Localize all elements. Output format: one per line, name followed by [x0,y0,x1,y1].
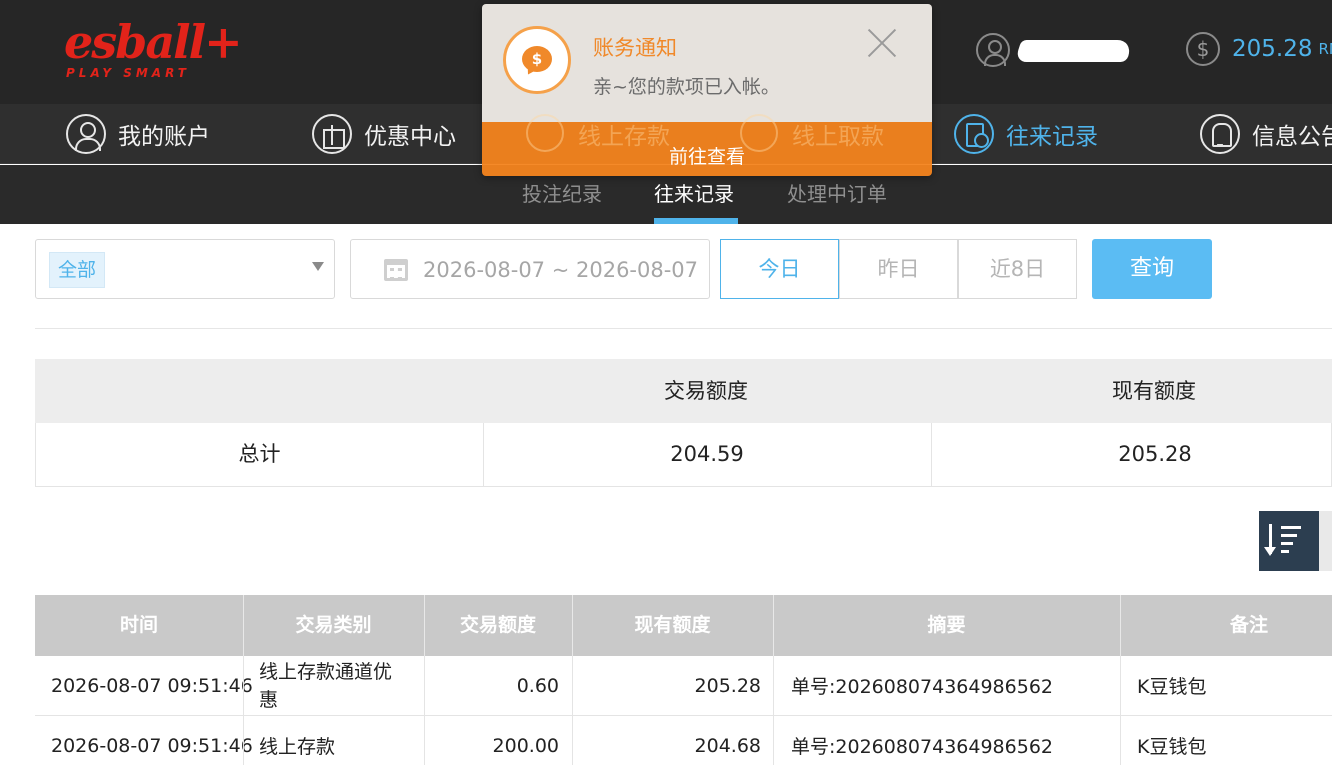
logo-tagline: PLAY SMART [66,66,190,80]
nav-item-promotions[interactable]: 优惠中心 [312,104,456,164]
money-chat-icon: $ [503,26,571,94]
column-header-type: 交易类别 [295,614,372,636]
bell-icon [1200,114,1240,154]
divider [243,656,244,716]
cell-balance: 205.28 [694,674,761,697]
divider [773,716,774,765]
close-icon[interactable] [866,26,898,58]
balance-unit: RM [1318,40,1332,58]
view-now-label: 前往查看 [668,146,745,168]
dollar-icon: $ [1186,32,1220,66]
column-header-note: 备注 [1229,614,1268,636]
record-icon [954,114,994,154]
gift-icon [312,114,352,154]
chevron-down-icon [312,262,324,271]
cell-time: 2026-08-07 09:51:46 [51,674,253,697]
sort-button[interactable] [1259,511,1319,571]
query-button[interactable]: 查询 [1092,239,1212,299]
nav-item-transaction-records[interactable]: 往来记录 [954,104,1098,164]
divider [773,656,774,716]
divider [35,328,1332,329]
table-row: 2026-08-07 09:51:46 线上存款 200.00 204.68 单… [35,716,1332,765]
nav-label: 往来记录 [1006,124,1098,150]
user-icon [66,114,106,154]
notification-body: $ 账务通知 亲~您的款项已入帐。 [482,4,932,122]
last-8-days-button[interactable]: 近8日 [958,239,1077,299]
nav-label: 我的账户 [118,124,210,150]
notification-title: 账务通知 [593,36,677,60]
column-header-balance: 现有额度 [634,614,711,636]
selected-type-chip[interactable]: 全部 [49,252,106,288]
transaction-type-select[interactable]: 全部 [35,239,335,299]
calendar-icon [384,259,408,281]
divider [1120,656,1121,716]
cell-type: 线上存款通道优惠 [259,660,393,711]
summary-total-row: 总计 204.59 205.28 [35,423,1332,487]
nav-item-my-account[interactable]: 我的账户 [66,104,210,164]
cell-time: 2026-08-07 09:51:46 [51,734,253,757]
summary-header-trade-amount: 交易额度 [664,379,748,403]
cell-balance: 204.68 [694,734,761,757]
sort-bar [1281,526,1301,529]
view-now-button[interactable]: 线上存款 线上取款 前往查看 [482,114,932,176]
column-header-amount: 交易额度 [459,614,536,636]
date-range-value: 2026-08-07 ~ 2026-08-07 [423,258,699,282]
cell-amount: 0.60 [516,674,559,697]
sort-toggle-button[interactable] [1319,511,1332,571]
user-info[interactable]: 99 [976,30,1134,70]
nav-label: 信息公告 [1252,124,1332,150]
balance-display[interactable]: $ 205.28 RM [1186,32,1332,66]
cell-summary: 单号:202608074364986562 [791,736,1053,758]
cell-type: 线上存款 [259,736,336,758]
cell-amount: 200.00 [492,734,559,757]
account-notification-popup: $ 账务通知 亲~您的款项已入帐。 线上存款 线上取款 前往查看 [482,4,932,176]
divider [1120,716,1121,765]
username-redacted: 99 [1014,38,1134,62]
user-icon [976,33,1010,67]
cell-note: K豆钱包 [1137,676,1207,698]
summary-header-current-amount: 现有额度 [1112,379,1196,403]
column-header-time: 时间 [119,614,158,636]
redaction-mark [1014,40,1134,62]
cell-note: K豆钱包 [1137,736,1207,758]
sort-bar [1281,534,1297,537]
table-row: 2026-08-07 09:51:46 线上存款通道优惠 0.60 205.28… [35,656,1332,716]
esball-logo[interactable]: esball+ PLAY SMART [64,14,243,86]
summary-header: 交易额度 现有额度 [35,359,1332,423]
nav-item-announcements[interactable]: 信息公告 [1200,104,1332,164]
sort-bar [1281,542,1293,545]
arrow-down-icon [1264,547,1276,556]
column-header-summary: 摘要 [927,614,966,636]
date-range-picker[interactable]: 2026-08-07 ~ 2026-08-07 [350,239,710,299]
logo-wordmark: esball+ [64,15,243,69]
notification-message: 亲~您的款项已入帐。 [593,76,780,98]
summary-current-amount: 205.28 [1118,442,1192,466]
active-tab-indicator [654,218,738,224]
divider [243,716,244,765]
sort-bar [1281,550,1289,553]
today-button[interactable]: 今日 [720,239,839,299]
cell-summary: 单号:202608074364986562 [791,676,1053,698]
records-table-header: 时间 交易类别 交易额度 现有额度 摘要 备注 [35,595,1332,656]
summary-total-label: 总计 [238,442,281,466]
nav-label: 优惠中心 [364,124,456,150]
summary-header-blank [35,359,482,423]
balance-value: 205.28 [1232,36,1313,62]
yesterday-button[interactable]: 昨日 [839,239,958,299]
summary-trade-amount: 204.59 [670,442,744,466]
